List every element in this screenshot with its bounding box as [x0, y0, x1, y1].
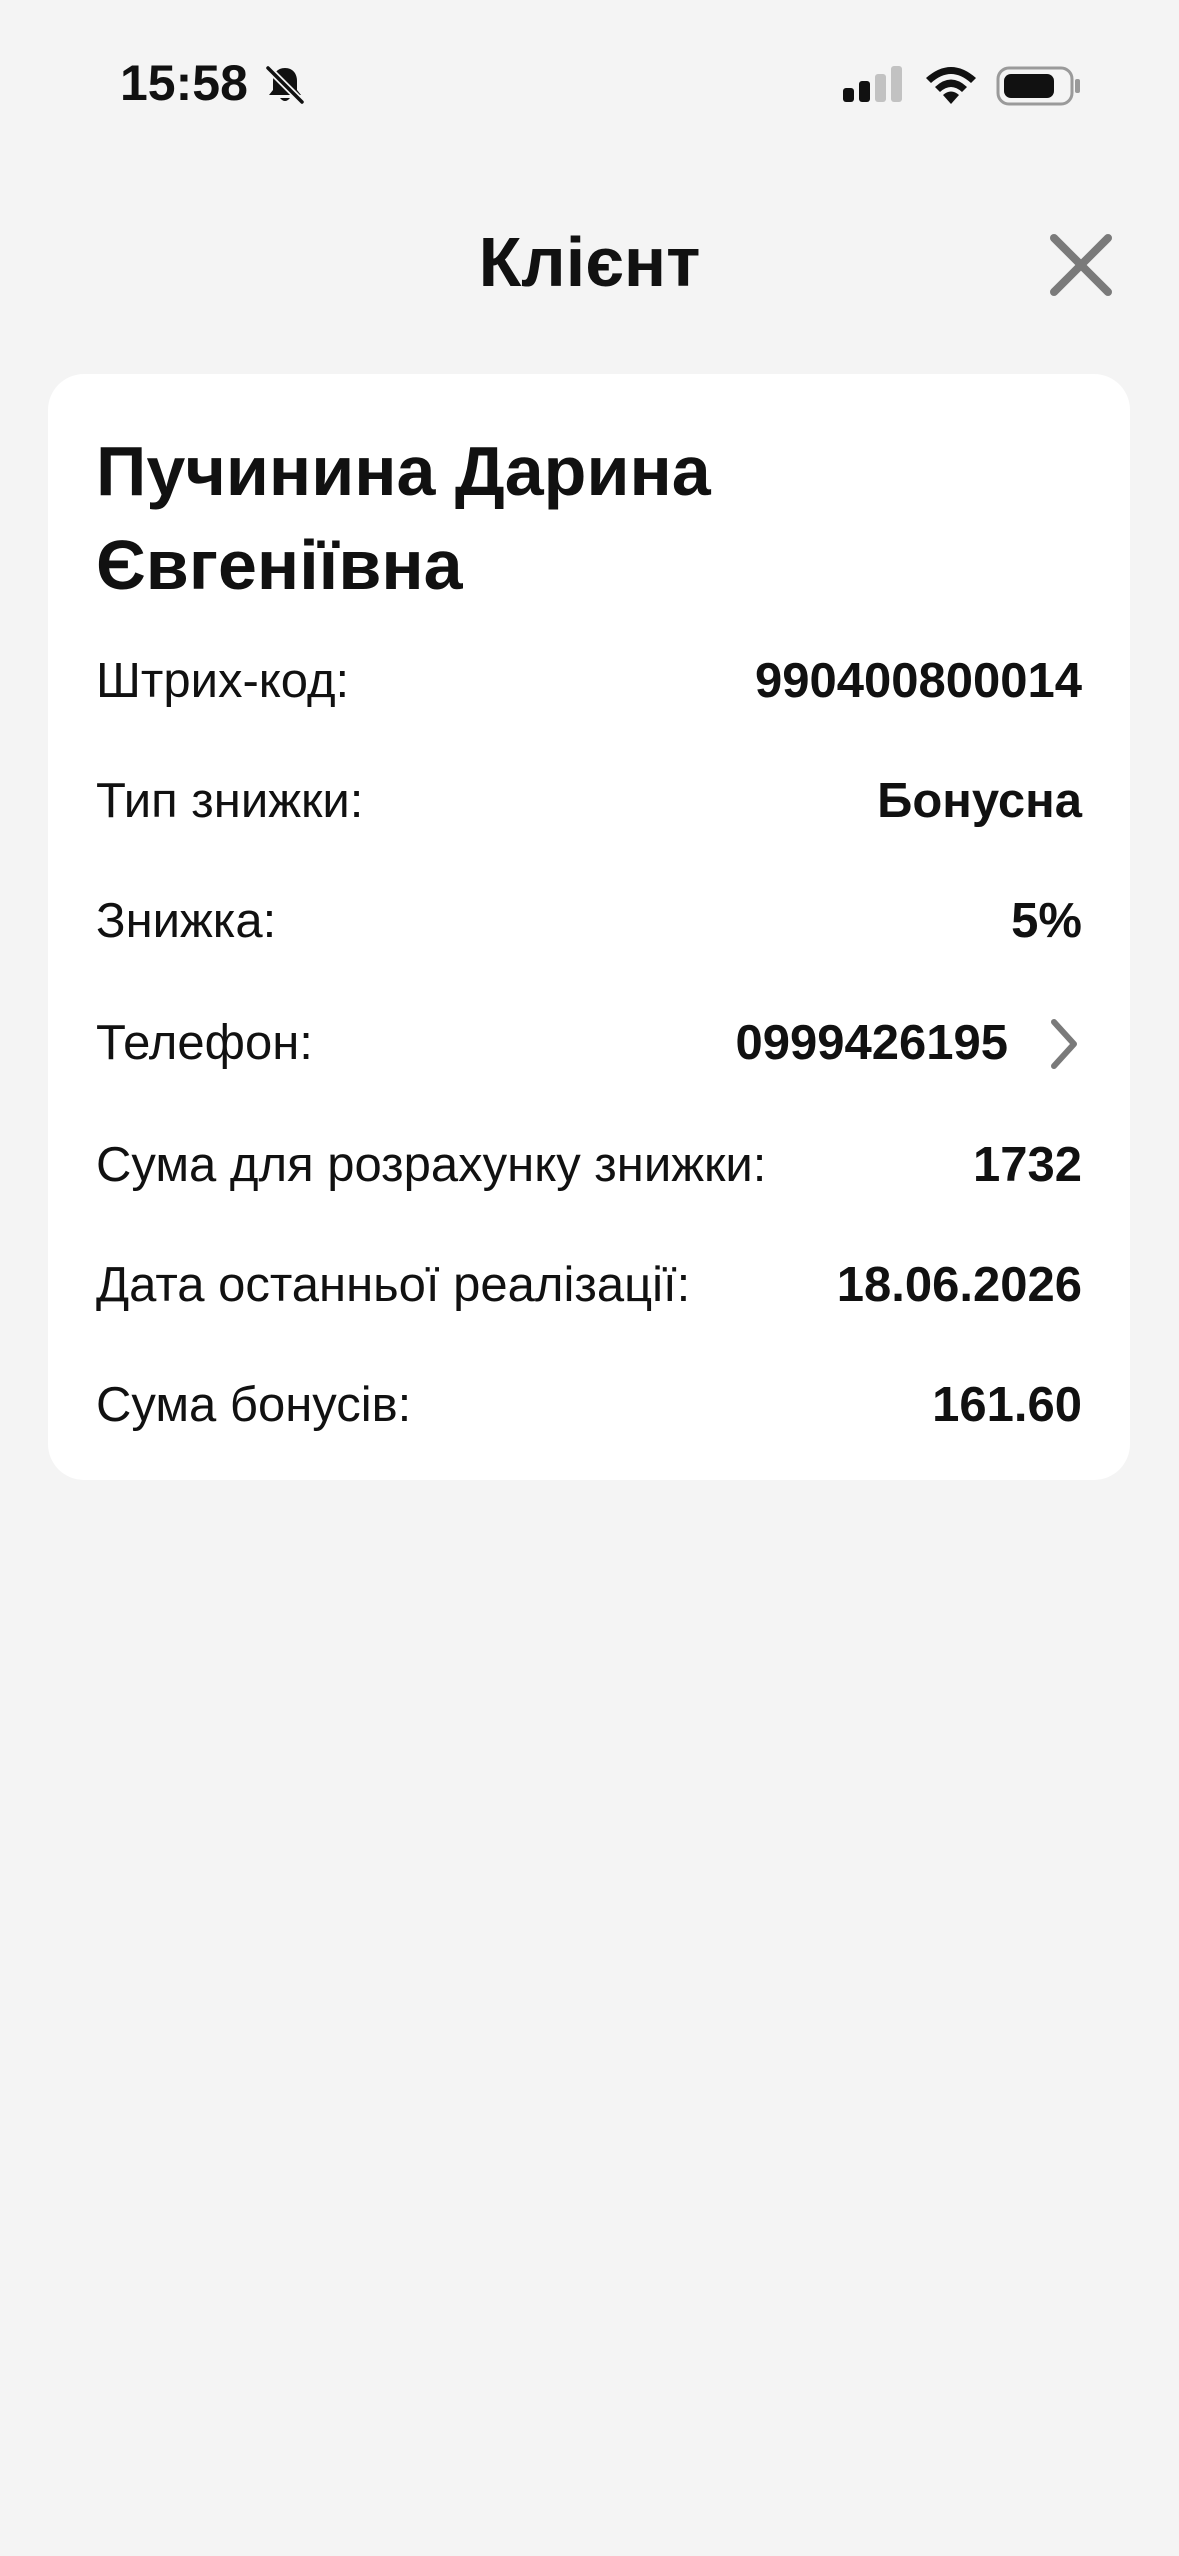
wifi-icon — [926, 67, 976, 104]
page-title: Клієнт — [478, 223, 701, 301]
status-time: 15:58 — [120, 55, 248, 111]
barcode-label: Штрих-код: — [96, 654, 350, 708]
last-sale-date-label: Дата останньої реалізації: — [96, 1258, 691, 1312]
status-bar: 15:58 — [0, 0, 1179, 170]
battery-icon — [996, 66, 1080, 106]
bell-slash-icon — [265, 65, 305, 105]
barcode-value: 990400800014 — [754, 654, 1082, 708]
discount-type-value: Бонусна — [877, 774, 1082, 828]
phone-value: 0999426195 — [735, 1016, 1008, 1070]
discount-type-label: Тип знижки: — [96, 774, 364, 828]
discount-calc-sum-row: Сума для розрахунку знижки: 1732 — [96, 1130, 1082, 1200]
last-sale-date-row: Дата останньої реалізації: 18.06.2026 — [96, 1250, 1082, 1320]
bonus-sum-row: Сума бонусів: 161.60 — [96, 1370, 1082, 1440]
bonus-sum-label: Сума бонусів: — [96, 1378, 412, 1432]
phone-row[interactable]: Телефон: 0999426195 — [96, 1008, 1082, 1078]
bonus-sum-value: 161.60 — [932, 1378, 1082, 1432]
chevron-right-icon — [1051, 1019, 1077, 1069]
close-button[interactable] — [1042, 226, 1120, 304]
discount-calc-sum-value: 1732 — [972, 1138, 1082, 1192]
last-sale-date-value: 18.06.2026 — [836, 1258, 1082, 1312]
discount-label: Знижка: — [96, 894, 277, 948]
discount-calc-sum-label: Сума для розрахунку знижки: — [96, 1138, 767, 1192]
phone-label: Телефон: — [96, 1016, 313, 1070]
discount-row: Знижка: 5% — [96, 886, 1082, 956]
discount-type-row: Тип знижки: Бонусна — [96, 766, 1082, 836]
barcode-row: Штрих-код: 990400800014 — [96, 646, 1082, 716]
cellular-signal-icon — [843, 66, 902, 102]
close-icon — [1050, 234, 1112, 296]
discount-value: 5% — [1011, 894, 1082, 948]
client-card: Пучинина Дарина Євгеніївна Штрих-код: 99… — [48, 374, 1130, 1480]
client-name: Пучинина Дарина Євгеніївна — [96, 432, 711, 604]
